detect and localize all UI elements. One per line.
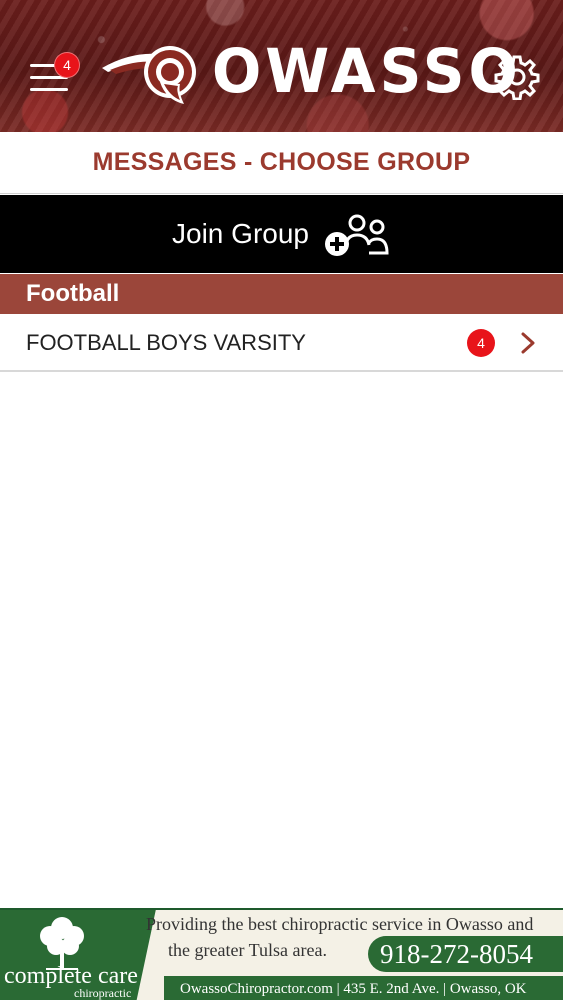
ram-logo-icon	[102, 46, 196, 104]
menu-icon-bar	[30, 88, 68, 91]
ad-phone-number: 918-272-8054	[368, 936, 563, 972]
page-title: MESSAGES - CHOOSE GROUP	[0, 132, 563, 194]
ad-tagline-line2: the greater Tulsa area.	[168, 940, 327, 960]
join-group-button[interactable]: Join Group	[0, 195, 563, 273]
add-group-icon	[324, 214, 389, 256]
list-item[interactable]: FOOTBALL BOYS VARSITY 4	[0, 314, 563, 372]
chevron-right-icon	[521, 332, 535, 354]
join-group-label: Join Group	[172, 218, 309, 249]
unread-count-badge: 4	[467, 329, 495, 357]
ad-footer-info: OwassoChiropractor.com | 435 E. 2nd Ave.…	[164, 976, 563, 1000]
menu-notification-badge: 4	[54, 52, 80, 78]
brand-wordmark: OWASSO	[212, 35, 522, 107]
gear-icon[interactable]	[494, 54, 540, 100]
group-name: FOOTBALL BOYS VARSITY	[26, 330, 306, 355]
group-section-header: Football	[0, 274, 563, 314]
app-header: 4 OWASSO	[0, 0, 563, 132]
ad-brand-sub: chiropractic	[74, 986, 132, 1000]
ad-tagline-line1: Providing the best chiropractic service …	[146, 914, 534, 934]
advertisement-banner[interactable]: complete care chiropractic Providing the…	[0, 908, 563, 1000]
